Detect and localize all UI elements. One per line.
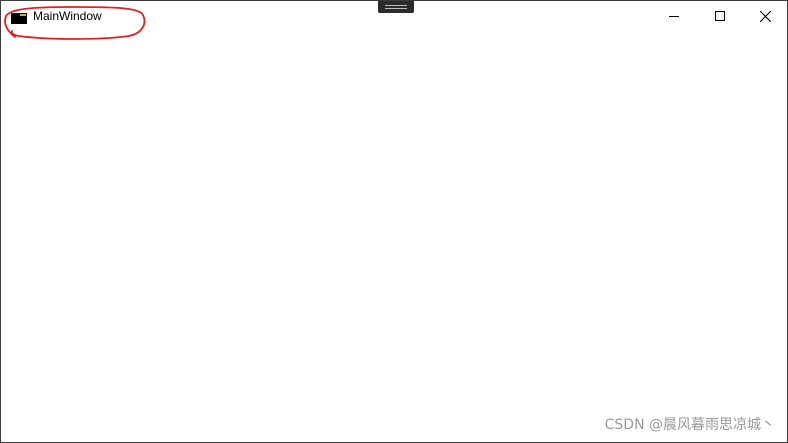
watermark-text: CSDN @晨风暮雨思凉城丶 xyxy=(604,417,775,433)
close-button[interactable] xyxy=(742,1,788,31)
close-icon xyxy=(759,10,771,22)
window-title: MainWindow xyxy=(33,9,102,23)
grabber-line xyxy=(385,8,407,9)
title-bar[interactable]: MainWindow xyxy=(1,1,787,32)
snap-layout-grabber[interactable] xyxy=(378,1,414,13)
minimize-button[interactable] xyxy=(651,1,697,31)
minimize-icon xyxy=(669,11,679,21)
window-app-icon xyxy=(11,11,27,24)
maximize-button[interactable] xyxy=(697,1,743,31)
grabber-line xyxy=(385,5,407,6)
window-client-area: CSDN @晨风暮雨思凉城丶 xyxy=(1,32,787,442)
main-window: MainWindow CSDN @晨风暮雨思凉城丶 xyxy=(0,0,788,443)
maximize-icon xyxy=(715,11,725,21)
